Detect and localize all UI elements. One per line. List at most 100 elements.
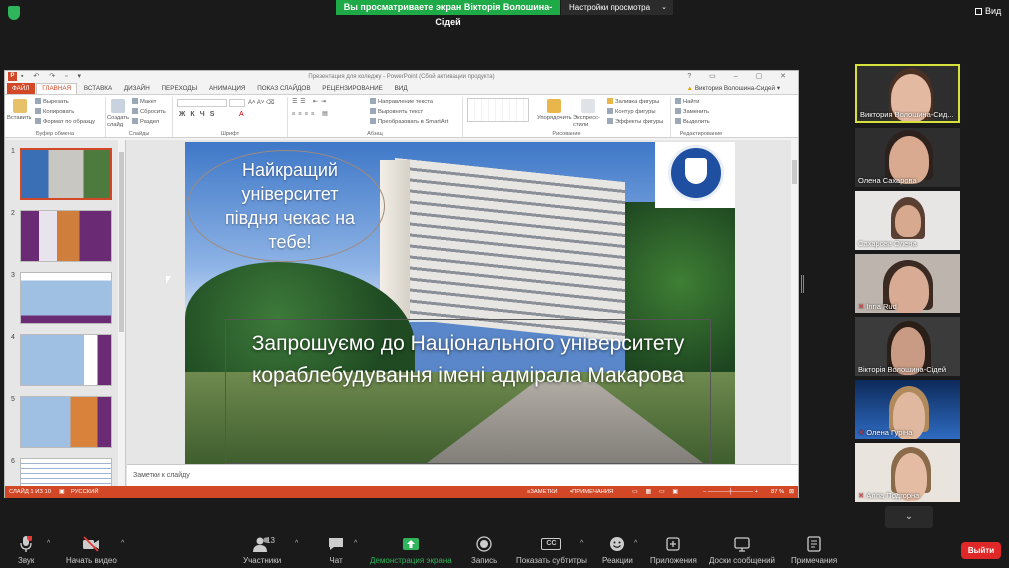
slide-scroll-thumb[interactable] [792, 160, 797, 184]
slide-thumbnail[interactable]: 6 [9, 458, 115, 486]
current-slide[interactable]: Найкращий університет півдня чекає на те… [185, 142, 735, 464]
smartart-button[interactable]: Преобразовать в SmartArt [370, 118, 448, 125]
spellcheck-icon[interactable]: ▣ [59, 486, 64, 498]
comments-toggle[interactable]: ▪ ПРИМЕЧАНИЯ [570, 486, 613, 498]
mic-muted-icon: ✕ [858, 491, 865, 500]
select-button[interactable]: Выделить [675, 118, 710, 125]
view-mode-buttons[interactable]: ▭▦▭▣ [632, 486, 686, 498]
participant-tile[interactable]: Виктория Волошина-Сид... [855, 64, 960, 123]
participant-tile[interactable]: Сахарова Олена [855, 191, 960, 250]
tab-slide-show[interactable]: ПОКАЗ СЛАЙДОВ [252, 83, 315, 94]
arrange-button[interactable]: Упорядочить [537, 115, 572, 121]
font-size-grow-shrink[interactable]: A˄ A˅ ⌫ [248, 99, 275, 106]
tab-transitions[interactable]: ПЕРЕХОДЫ [157, 83, 203, 94]
video-options-caret[interactable]: ^ [121, 540, 124, 547]
slide-thumbnail[interactable]: 2 [9, 210, 115, 264]
reactions-button[interactable]: Реакции [602, 536, 633, 565]
security-shield-icon[interactable] [8, 6, 20, 20]
record-icon [476, 536, 492, 552]
split-view-handle[interactable] [801, 275, 804, 293]
participants-button[interactable]: 13 Участники [243, 536, 281, 565]
quick-access-toolbar[interactable]: ▪ ↶ ↷ ▫ ▾ [21, 71, 85, 83]
tab-file[interactable]: ФАЙЛ [7, 83, 35, 94]
shape-fill-button[interactable]: Заливка фигуры [607, 98, 659, 105]
participant-tile[interactable]: ✕ Inna Rud [855, 254, 960, 313]
slide-thumbnail[interactable]: 4 [9, 334, 115, 388]
replace-button[interactable]: Заменить [675, 108, 709, 115]
font-family-select[interactable] [177, 99, 227, 107]
thumbnails-scroll-thumb[interactable] [119, 152, 124, 332]
account-user[interactable]: ▲ Виктория Волошина-Сидей ▾ [687, 83, 780, 94]
quick-styles-button[interactable]: Экспресс-стили [573, 115, 603, 129]
format-painter-button[interactable]: Формат по образцу [35, 118, 95, 125]
view-options-dropdown[interactable]: Настройки просмотра ⌄ [561, 0, 673, 15]
font-size-select[interactable] [229, 99, 245, 107]
tab-insert[interactable]: ВСТАВКА [79, 83, 117, 94]
reset-button[interactable]: Сбросить [132, 108, 166, 115]
shape-effects-button[interactable]: Эффекты фигуры [607, 118, 663, 125]
share-screen-button[interactable]: Демонстрация экрана [370, 536, 452, 565]
list-buttons[interactable]: ☰☰ ⇤⇥ [292, 99, 329, 105]
slide-thumbnail[interactable]: 1 [9, 148, 115, 202]
thumbnails-scrollbar[interactable] [118, 140, 125, 486]
notes-pane[interactable]: Заметки к слайду [127, 464, 798, 486]
chat-options-caret[interactable]: ^ [354, 540, 357, 547]
record-button[interactable]: Запись [471, 536, 497, 565]
slide-tagline[interactable]: Найкращий університет півдня чекає на те… [215, 158, 365, 254]
slide-thumbnail[interactable]: 3 [9, 272, 115, 326]
participant-tile[interactable]: ✕ Олена Гуріна [855, 380, 960, 439]
gallery-scroll-down-button[interactable]: ⌄ [885, 506, 933, 528]
audio-options-caret[interactable]: ^ [47, 540, 50, 547]
fit-slide-icon[interactable]: ⊠ [789, 486, 794, 498]
zoom-level[interactable]: 87 % [771, 486, 784, 498]
university-logo[interactable]: НУК [655, 142, 735, 208]
chat-button[interactable]: Чат [328, 536, 344, 565]
tab-design[interactable]: ДИЗАЙН [119, 83, 155, 94]
tab-animations[interactable]: АНИМАЦИЯ [204, 83, 250, 94]
apps-button[interactable]: Приложения [650, 536, 697, 565]
language-indicator[interactable]: РУССКИЙ [71, 486, 99, 498]
find-button[interactable]: Найти [675, 98, 700, 105]
cut-button[interactable]: Вырезать [35, 98, 69, 105]
user-name-label: Виктория Волошина-Сидей [694, 85, 776, 92]
shape-outline-button[interactable]: Контур фигуры [607, 108, 656, 115]
thumbnail-number: 1 [11, 148, 15, 155]
slide-thumbnail[interactable]: 5 [9, 396, 115, 450]
align-buttons[interactable]: ≡≡≡≡ ▤ [292, 111, 331, 117]
participant-tile[interactable]: Олена Сахарова [855, 128, 960, 187]
paste-button[interactable]: Вставить [7, 115, 32, 121]
zoom-slider[interactable]: – ─────┼───── + [703, 486, 758, 498]
start-video-button[interactable]: Начать видео [66, 536, 117, 565]
participant-tile[interactable]: Вікторія Волошина-Сідей [855, 317, 960, 376]
leave-button[interactable]: Выйти [961, 542, 1001, 559]
notes-button[interactable]: Примечания [791, 536, 837, 565]
align-text-button[interactable]: Выровнять текст [370, 108, 423, 115]
layout-button[interactable]: Макет [132, 98, 156, 105]
font-style-buttons[interactable]: ЖКЧS [179, 111, 219, 118]
participant-name: ✕ Олена Гуріна [858, 428, 912, 437]
whiteboards-button[interactable]: Доски сообщений [709, 536, 775, 565]
view-button[interactable]: Вид [975, 6, 1001, 16]
whiteboard-icon [734, 536, 750, 552]
captions-options-caret[interactable]: ^ [580, 540, 583, 547]
thumbnail-number: 2 [11, 210, 15, 217]
window-controls[interactable]: ? ▭ – ▢ ✕ [687, 71, 794, 83]
section-button[interactable]: Раздел [132, 118, 159, 125]
mic-muted-icon: ✕ [858, 302, 865, 311]
thumbnail-image [20, 458, 112, 486]
tab-review[interactable]: РЕЦЕНЗИРОВАНИЕ [317, 83, 388, 94]
captions-button[interactable]: CC Показать субтитры [516, 536, 587, 565]
copy-button[interactable]: Копировать [35, 108, 74, 115]
notes-toggle[interactable]: ≡ ЗАМЕТКИ [527, 486, 558, 498]
reactions-options-caret[interactable]: ^ [634, 540, 637, 547]
text-direction-button[interactable]: Направление текста [370, 98, 433, 105]
participants-options-caret[interactable]: ^ [295, 540, 298, 547]
new-slide-button[interactable]: Создать слайд [107, 115, 133, 129]
slide-invite-text[interactable]: Запрошуємо до Національного університету… [225, 328, 711, 392]
participant-tile[interactable]: ✕ Алла Подгорна [855, 443, 960, 502]
slide-scrollbar[interactable] [791, 140, 798, 464]
font-color-button[interactable]: A [239, 111, 244, 118]
tab-view[interactable]: ВИД [390, 83, 413, 94]
audio-button[interactable]: Звук [18, 535, 34, 565]
tab-home[interactable]: ГЛАВНАЯ [36, 83, 78, 94]
